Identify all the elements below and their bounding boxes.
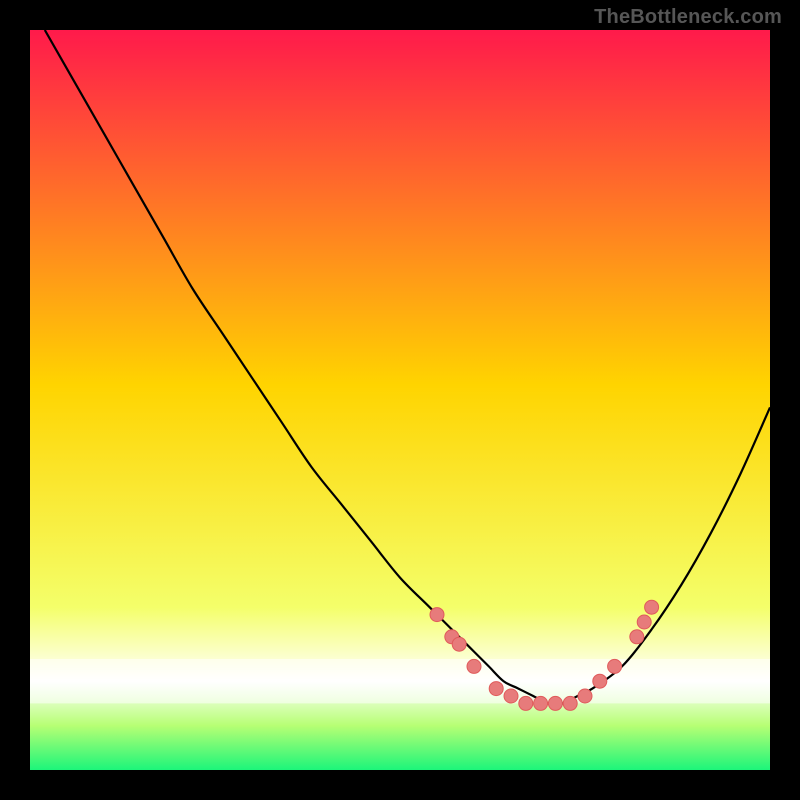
data-dot [608, 659, 622, 673]
chart-svg [30, 30, 770, 770]
data-dot [430, 608, 444, 622]
plot-area [30, 30, 770, 770]
watermark-label: TheBottleneck.com [594, 6, 782, 29]
data-dot [504, 689, 518, 703]
data-dot [578, 689, 592, 703]
chart-frame: TheBottleneck.com [0, 0, 800, 800]
data-dot [519, 696, 533, 710]
data-dot [467, 659, 481, 673]
data-dot [637, 615, 651, 629]
data-dot [452, 637, 466, 651]
data-dot [563, 696, 577, 710]
data-dot [489, 682, 503, 696]
data-dot [548, 696, 562, 710]
white-band [30, 659, 770, 703]
data-dot [593, 674, 607, 688]
data-dot [534, 696, 548, 710]
data-dot [630, 630, 644, 644]
data-dot [645, 600, 659, 614]
